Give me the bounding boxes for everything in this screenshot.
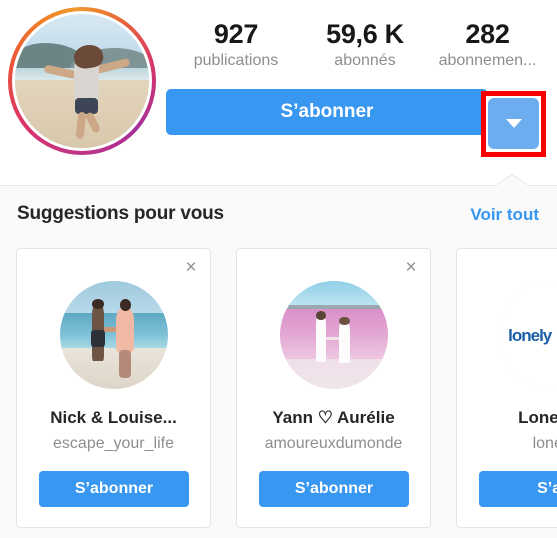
card1-sand [59,347,168,389]
chevron-down-icon [505,119,522,128]
suggestion-username: amoureuxdumonde [264,435,403,452]
stat-followers[interactable]: 59,6 K abonnés [306,18,424,72]
card1-sky [59,281,168,318]
card2-pink-lake [279,309,388,361]
suggestion-name: Yann ♡ Aurélie [272,408,395,427]
card1-woman-legs [118,350,131,379]
stat-following[interactable]: 282 abonnemen... [424,18,551,72]
suggestion-name: Lonely P [518,408,557,427]
suggestion-card[interactable]: × Nick & Louise... escape_your_life S’ab… [16,248,211,528]
suggestions-header: Suggestions pour vous Voir tout [0,200,557,230]
suggestion-follow-button[interactable]: S’ab [479,471,557,507]
close-icon[interactable]: × [401,258,421,278]
lonely-planet-wordmark: lonely [508,326,552,346]
avatar-inner-border [12,11,152,151]
card2-woman [338,322,350,364]
stat-followers-label: abonnés [334,52,396,69]
stat-publications-value: 927 [213,19,259,49]
suggestion-card[interactable]: × lonely Lonely P lonely S’ab [456,248,557,528]
suggestion-username: escape_your_life [53,435,174,452]
card1-man-shorts [90,329,105,347]
suggestion-card-list: × Nick & Louise... escape_your_life S’ab… [16,248,557,528]
see-all-link[interactable]: Voir tout [470,202,539,228]
follow-options-dropdown-button[interactable] [488,98,539,149]
suggestion-name: Nick & Louise... [50,408,177,427]
avatar[interactable] [15,14,149,148]
stat-publications-label: publications [193,52,279,69]
stat-following-label: abonnemen... [438,52,537,69]
card1-sea [59,313,168,351]
follow-button[interactable]: S’abonner [166,89,488,135]
panel-caret-pointer [494,175,530,187]
suggestion-follow-button[interactable]: S’abonner [259,471,409,507]
card2-sky [279,281,388,307]
follow-action-row: S’abonner [166,89,546,157]
card2-man [316,316,326,362]
profile-avatar-story-ring[interactable] [8,7,156,155]
suggestion-username: lonely [532,435,557,452]
close-icon[interactable]: × [181,258,201,278]
suggestions-title: Suggestions pour vous [17,203,224,224]
instagram-profile-screen: 927 publications 59,6 K abonnés 282 abon… [0,0,557,538]
stat-publications[interactable]: 927 publications [166,18,306,72]
stat-followers-value: 59,6 K [326,19,404,49]
suggestion-card[interactable]: × Yann ♡ Aurélie amoureuxdumonde S’abonn… [236,248,431,528]
avatar[interactable]: lonely [499,281,557,389]
profile-stats: 927 publications 59,6 K abonnés 282 abon… [166,18,551,72]
suggestion-follow-button[interactable]: S’abonner [39,471,189,507]
avatar[interactable] [59,281,168,389]
card1-woman [115,309,135,353]
avatar[interactable] [279,281,388,389]
suggestions-panel: Suggestions pour vous Voir tout × Nick &… [0,175,557,538]
stat-following-value: 282 [465,19,510,49]
card2-shore [279,358,388,389]
profile-header: 927 publications 59,6 K abonnés 282 abon… [0,0,557,185]
